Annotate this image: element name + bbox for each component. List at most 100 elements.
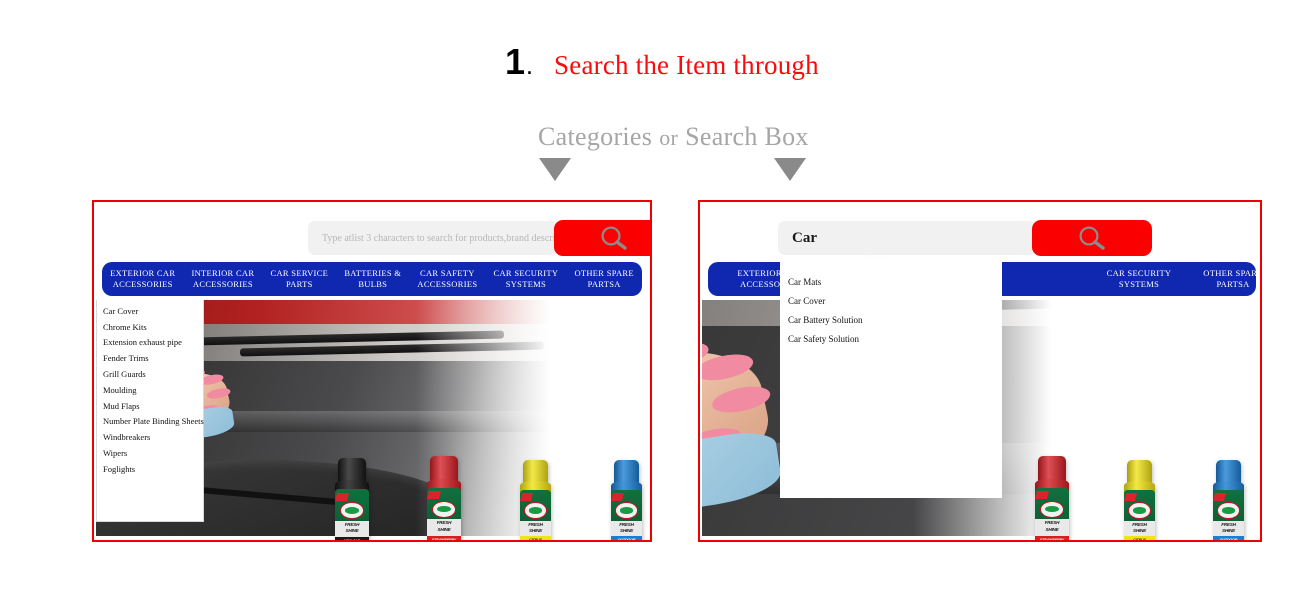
can-label: FRESH SHINE STRAWBERRY: [1034, 487, 1070, 542]
nav-item-car-safety[interactable]: CAR SAFETY ACCESSORIES: [409, 268, 485, 290]
nav-item-other-spare[interactable]: OTHER SPARE PARTSA: [566, 268, 642, 290]
search-suggestions-dropdown[interactable]: Car Mats Car Cover Car Battery Solution Car…: [780, 262, 1002, 498]
turtle-wax-logo: [431, 500, 457, 518]
search-button[interactable]: [1032, 220, 1152, 256]
category-dropdown-item[interactable]: Mud Flaps: [97, 398, 203, 414]
category-dropdown-menu[interactable]: Car Cover Chrome Kits Extension exhaust pi…: [96, 300, 204, 522]
nav-item-label-line2: ACCESSORIES: [192, 279, 253, 289]
product-can-strawberry[interactable]: FRESH SHINE STRAWBERRY: [426, 456, 462, 542]
nav-item-label-line2: SYSTEMS: [1118, 279, 1160, 289]
search-row-left: Type atlist 3 characters to search for p…: [308, 220, 650, 256]
product-can-strawberry[interactable]: FRESH SHINE STRAWBERRY: [1034, 456, 1070, 542]
step-number: 1: [505, 41, 526, 82]
product-can-new-car[interactable]: FRESH SHINE NEW CAR: [334, 458, 370, 542]
nav-item-label-line1: EXTERIOR CAR: [110, 268, 176, 278]
product-variant: OUTDOOR: [1219, 537, 1238, 542]
turtle-wax-logo: [1217, 502, 1240, 520]
can-cap: [1038, 456, 1066, 482]
category-dropdown-item[interactable]: Chrome Kits: [97, 319, 203, 335]
search-icon: [601, 226, 627, 250]
product-variant: OUTDOOR: [617, 537, 636, 542]
nav-item-car-security[interactable]: CAR SECURITY SYSTEMS: [485, 268, 566, 290]
nav-item-other-spare[interactable]: OTHER SPARE PARTSA: [1186, 268, 1262, 290]
arrow-down-icon-categories: [539, 158, 571, 181]
nav-item-label-line2: ACCESSORIES: [417, 279, 478, 289]
can-cap: [430, 456, 458, 482]
search-box-screenshot-panel: Car EXTERIOR CAR ACCESSORIES CAR SECURITY S…: [698, 200, 1262, 542]
search-button[interactable]: [554, 220, 650, 256]
category-dropdown-item[interactable]: Windbreakers: [97, 429, 203, 445]
nav-item-label-line2: PARTSA: [587, 279, 621, 289]
categories-screenshot-panel: Type atlist 3 characters to search for p…: [92, 200, 652, 542]
product-variant: STRAWBERRY: [431, 537, 457, 542]
nav-item-label-line1: CAR SERVICE: [270, 268, 329, 278]
nav-item-label-line1: OTHER SPARE: [574, 268, 634, 278]
nav-item-label-line1: CAR SECURITY: [493, 268, 559, 278]
nav-item-label-line2: SYSTEMS: [505, 279, 547, 289]
product-variant: CITRUS: [1133, 537, 1146, 542]
search-icon: [1079, 226, 1105, 250]
nav-item-label-line1: BATTERIES &: [344, 268, 402, 278]
step-heading-text: Search the Item through: [554, 50, 819, 80]
product-name-line2: SHINE: [345, 527, 359, 533]
can-label: FRESH SHINE CITRUS: [519, 490, 552, 542]
nav-item-interior-car[interactable]: INTERIOR CAR ACCESSORIES: [183, 268, 262, 290]
nav-item-label-line2: PARTSA: [1216, 279, 1250, 289]
product-name-line2: SHINE: [1132, 527, 1147, 533]
nav-item-label-line1: CAR SECURITY: [1106, 268, 1172, 278]
product-can-outdoor[interactable]: FRESH SHINE OUTDOOR: [1212, 460, 1245, 542]
subheading-separator: or: [659, 125, 679, 150]
product-can-outdoor[interactable]: FRESH SHINE OUTDOOR: [610, 460, 643, 542]
nav-item-batteries[interactable]: BATTERIES & BULBS: [336, 268, 409, 290]
can-label: FRESH SHINE OUTDOOR: [610, 490, 643, 542]
can-label: FRESH SHINE OUTDOOR: [1212, 490, 1245, 542]
step-number-dot: .: [527, 58, 533, 78]
can-label: FRESH SHINE NEW CAR: [334, 489, 370, 542]
category-dropdown-item[interactable]: Wipers: [97, 445, 203, 461]
search-suggestion-item[interactable]: Car Safety Solution: [780, 330, 1002, 349]
nav-item-car-security[interactable]: CAR SECURITY SYSTEMS: [1092, 268, 1186, 290]
category-dropdown-item[interactable]: Car Cover: [97, 303, 203, 319]
can-label: FRESH SHINE CITRUS: [1123, 490, 1156, 542]
product-name-line2: SHINE: [528, 527, 543, 533]
turtle-wax-logo: [524, 502, 547, 520]
product-can-citrus[interactable]: FRESH SHINE CITRUS: [519, 460, 552, 542]
product-variant: CITRUS: [529, 537, 542, 542]
category-dropdown-item[interactable]: Number Plate Binding Sheets: [97, 413, 204, 429]
turtle-wax-logo: [1128, 502, 1151, 520]
arrow-down-icon-search-box: [774, 158, 806, 181]
category-dropdown-item[interactable]: Extension exhaust pipe: [97, 335, 203, 351]
turtle-wax-logo: [1039, 500, 1065, 518]
product-variant: STRAWBERRY: [1039, 537, 1065, 542]
step-heading: 1 . Search the Item through: [505, 44, 819, 81]
search-suggestion-item[interactable]: Car Battery Solution: [780, 310, 1002, 329]
nav-item-label-line2: PARTS: [285, 279, 313, 289]
can-label: FRESH SHINE STRAWBERRY: [426, 487, 462, 542]
category-dropdown-item[interactable]: Foglights: [97, 461, 203, 477]
category-navbar: EXTERIOR CAR ACCESSORIES INTERIOR CAR ACCES…: [102, 262, 642, 296]
nav-item-label-line2: ACCESSORIES: [112, 279, 173, 289]
nav-item-exterior-car[interactable]: EXTERIOR CAR ACCESSORIES: [102, 268, 183, 290]
product-name-line2: SHINE: [1045, 526, 1059, 532]
nav-item-label-line1: OTHER SPARE: [1203, 268, 1262, 278]
product-can-citrus[interactable]: FRESH SHINE CITRUS: [1123, 460, 1156, 542]
search-suggestion-item[interactable]: Car Cover: [780, 291, 1002, 310]
nav-item-label-line2: BULBS: [358, 279, 388, 289]
step-subheading: Categories or Search Box: [538, 122, 809, 152]
search-row-right: Car: [778, 220, 1152, 256]
subheading-categories: Categories: [538, 122, 653, 151]
product-name-line2: SHINE: [437, 526, 451, 532]
search-input[interactable]: Type atlist 3 characters to search for p…: [308, 221, 580, 255]
search-input-value: Car: [792, 229, 817, 246]
category-dropdown-item[interactable]: Grill Guards: [97, 366, 203, 382]
search-placeholder: Type atlist 3 characters to search for p…: [322, 232, 580, 244]
category-dropdown-item[interactable]: Fender Trims: [97, 350, 203, 366]
subheading-search-box: Search Box: [685, 122, 809, 151]
search-suggestion-item[interactable]: Car Mats: [780, 272, 1002, 291]
product-variant: NEW CAR: [343, 538, 361, 542]
search-input[interactable]: Car: [778, 221, 1036, 255]
nav-item-label-line1: INTERIOR CAR: [191, 268, 255, 278]
product-name-line2: SHINE: [619, 527, 634, 533]
category-dropdown-item[interactable]: Moulding: [97, 382, 203, 398]
nav-item-car-service[interactable]: CAR SERVICE PARTS: [262, 268, 336, 290]
